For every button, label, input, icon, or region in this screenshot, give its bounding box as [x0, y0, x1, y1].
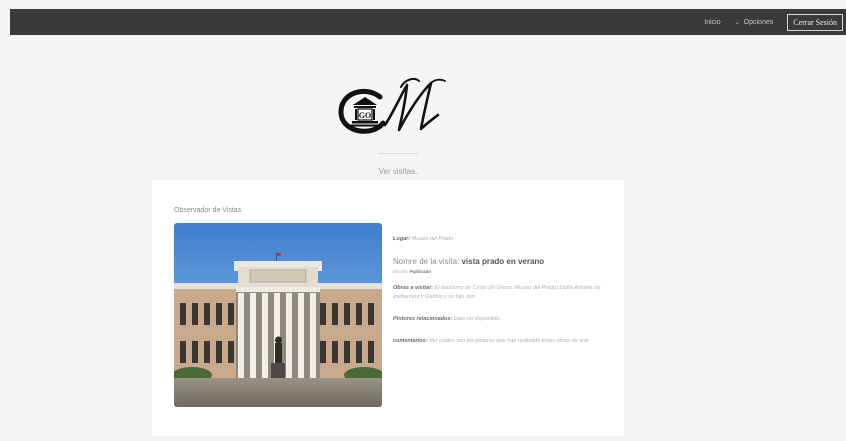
lugar-value: Museo del Prado [411, 236, 454, 242]
nav-menu: Inicio ⌄ Opciones Cerrar Sesión [704, 9, 846, 35]
nav-inicio-link[interactable]: Inicio [704, 19, 720, 26]
obras-row: Obras a visitar: El bautismo de Cristo (… [393, 284, 608, 302]
header-divider [378, 153, 418, 154]
visit-info: Lugar: Museo del Prado Nomre de la visit… [393, 235, 608, 359]
visit-photo [174, 223, 382, 407]
nav-opciones-dropdown[interactable]: ⌄ Opciones [735, 19, 774, 26]
nav-opciones-label: Opciones [743, 18, 774, 26]
lugar-label: Lugar: [393, 236, 411, 242]
page-subtitle: Ver visitas. [378, 167, 418, 176]
museum-photo-image [174, 223, 382, 407]
comentarios-row: comentarios: Ver cuales son los pintores… [393, 337, 608, 346]
logout-button[interactable]: Cerrar Sesión [787, 13, 843, 31]
visit-name-value: vista prado en verano [461, 257, 545, 266]
comentarios-label: comentarios: [393, 338, 428, 344]
visit-name-label: Nomre de la visita: [393, 257, 460, 266]
visit-name-row: Nomre de la visita: vista prado en veran… [393, 257, 608, 266]
estado-row: Estado: Publicado [393, 269, 608, 274]
chevron-down-icon: ⌄ [734, 19, 740, 26]
visit-card: Observador de Vistas Lugar: Museo del Pr… [152, 180, 624, 436]
pintores-label: Pintores relacionados: [393, 316, 453, 322]
pintores-row: Pintores relacionados: Dato no disponibl… [393, 315, 608, 324]
estado-badge: Publicado [409, 269, 432, 274]
logo-text: GO [359, 111, 371, 120]
comentarios-value: Ver cuales son los pintores que han real… [429, 338, 589, 344]
lugar-row: Lugar: Museo del Prado [393, 235, 608, 244]
museum-logo-icon: GO [338, 78, 446, 134]
pintores-value: Dato no disponible. [453, 316, 501, 322]
estado-label: Estado: [393, 269, 409, 274]
top-navbar: Inicio ⌄ Opciones Cerrar Sesión [10, 9, 846, 35]
card-title: Observador de Vistas [174, 207, 242, 214]
obras-label: Obras a visitar: [393, 285, 434, 291]
museum-logo: GO [335, 75, 460, 140]
